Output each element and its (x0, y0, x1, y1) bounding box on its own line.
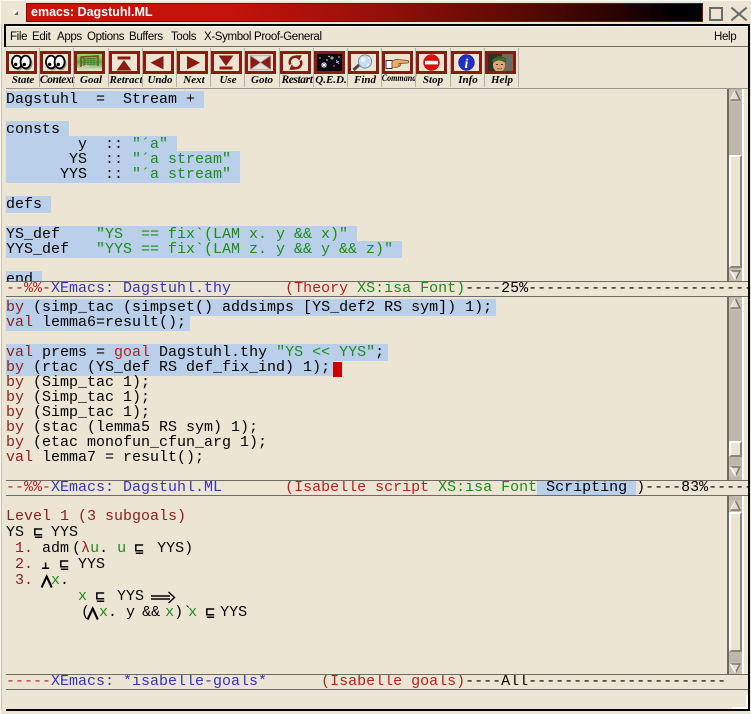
svg-text:i: i (465, 57, 469, 71)
